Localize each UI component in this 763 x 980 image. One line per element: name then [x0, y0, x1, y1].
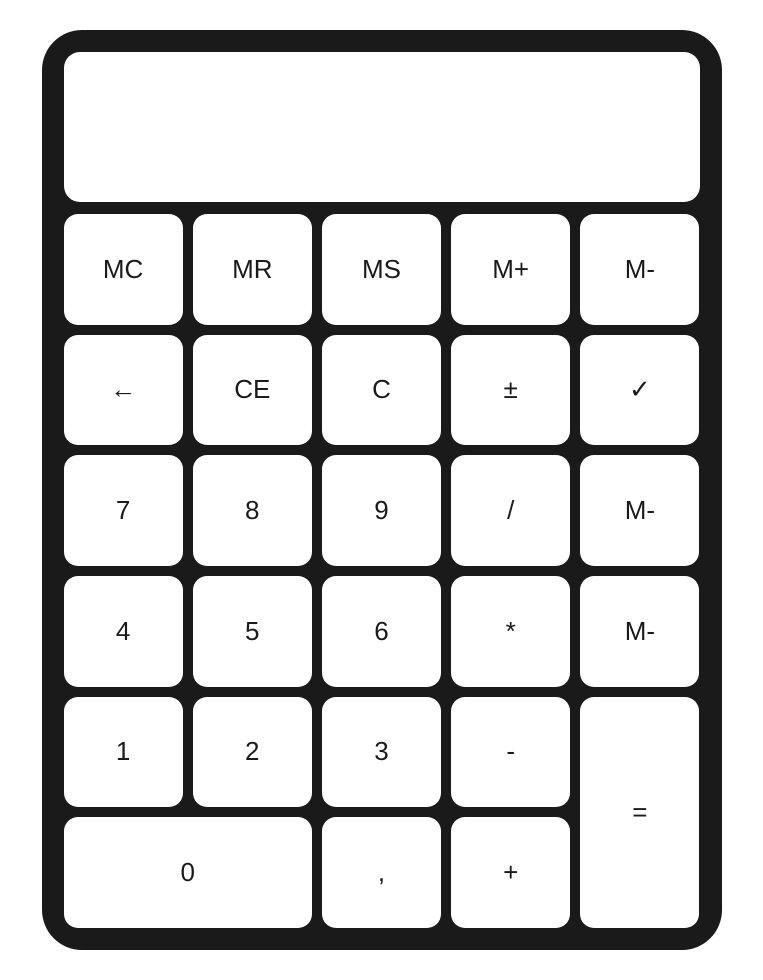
add-button[interactable]: +	[451, 817, 570, 928]
backspace-button[interactable]: ←	[64, 335, 183, 446]
subtract-button[interactable]: -	[451, 697, 570, 808]
mc-button[interactable]: MC	[64, 214, 183, 325]
1-button[interactable]: 1	[64, 697, 183, 808]
equals-button[interactable]: =	[580, 697, 699, 928]
multiply-button[interactable]: *	[451, 576, 570, 687]
5-button[interactable]: 5	[193, 576, 312, 687]
plusminus-button[interactable]: ±	[451, 335, 570, 446]
ce-button[interactable]: CE	[193, 335, 312, 446]
3-button[interactable]: 3	[322, 697, 441, 808]
8-button[interactable]: 8	[193, 455, 312, 566]
mr-button[interactable]: MR	[193, 214, 312, 325]
mminus2-button[interactable]: M-	[580, 455, 699, 566]
check-button[interactable]: ✓	[580, 335, 699, 446]
mminus3-button[interactable]: M-	[580, 576, 699, 687]
buttons-grid: MC MR MS M+ M- ← CE C ± ✓ 7 8 9 / M- 4 5…	[64, 214, 700, 928]
calculator-display	[64, 52, 700, 202]
2-button[interactable]: 2	[193, 697, 312, 808]
0-button[interactable]: 0	[64, 817, 312, 928]
c-button[interactable]: C	[322, 335, 441, 446]
mplus-button[interactable]: M+	[451, 214, 570, 325]
divide-button[interactable]: /	[451, 455, 570, 566]
4-button[interactable]: 4	[64, 576, 183, 687]
6-button[interactable]: 6	[322, 576, 441, 687]
comma-button[interactable]: ,	[322, 817, 441, 928]
7-button[interactable]: 7	[64, 455, 183, 566]
9-button[interactable]: 9	[322, 455, 441, 566]
ms-button[interactable]: MS	[322, 214, 441, 325]
mminus1-button[interactable]: M-	[580, 214, 699, 325]
calculator: MC MR MS M+ M- ← CE C ± ✓ 7 8 9 / M- 4 5…	[42, 30, 722, 950]
